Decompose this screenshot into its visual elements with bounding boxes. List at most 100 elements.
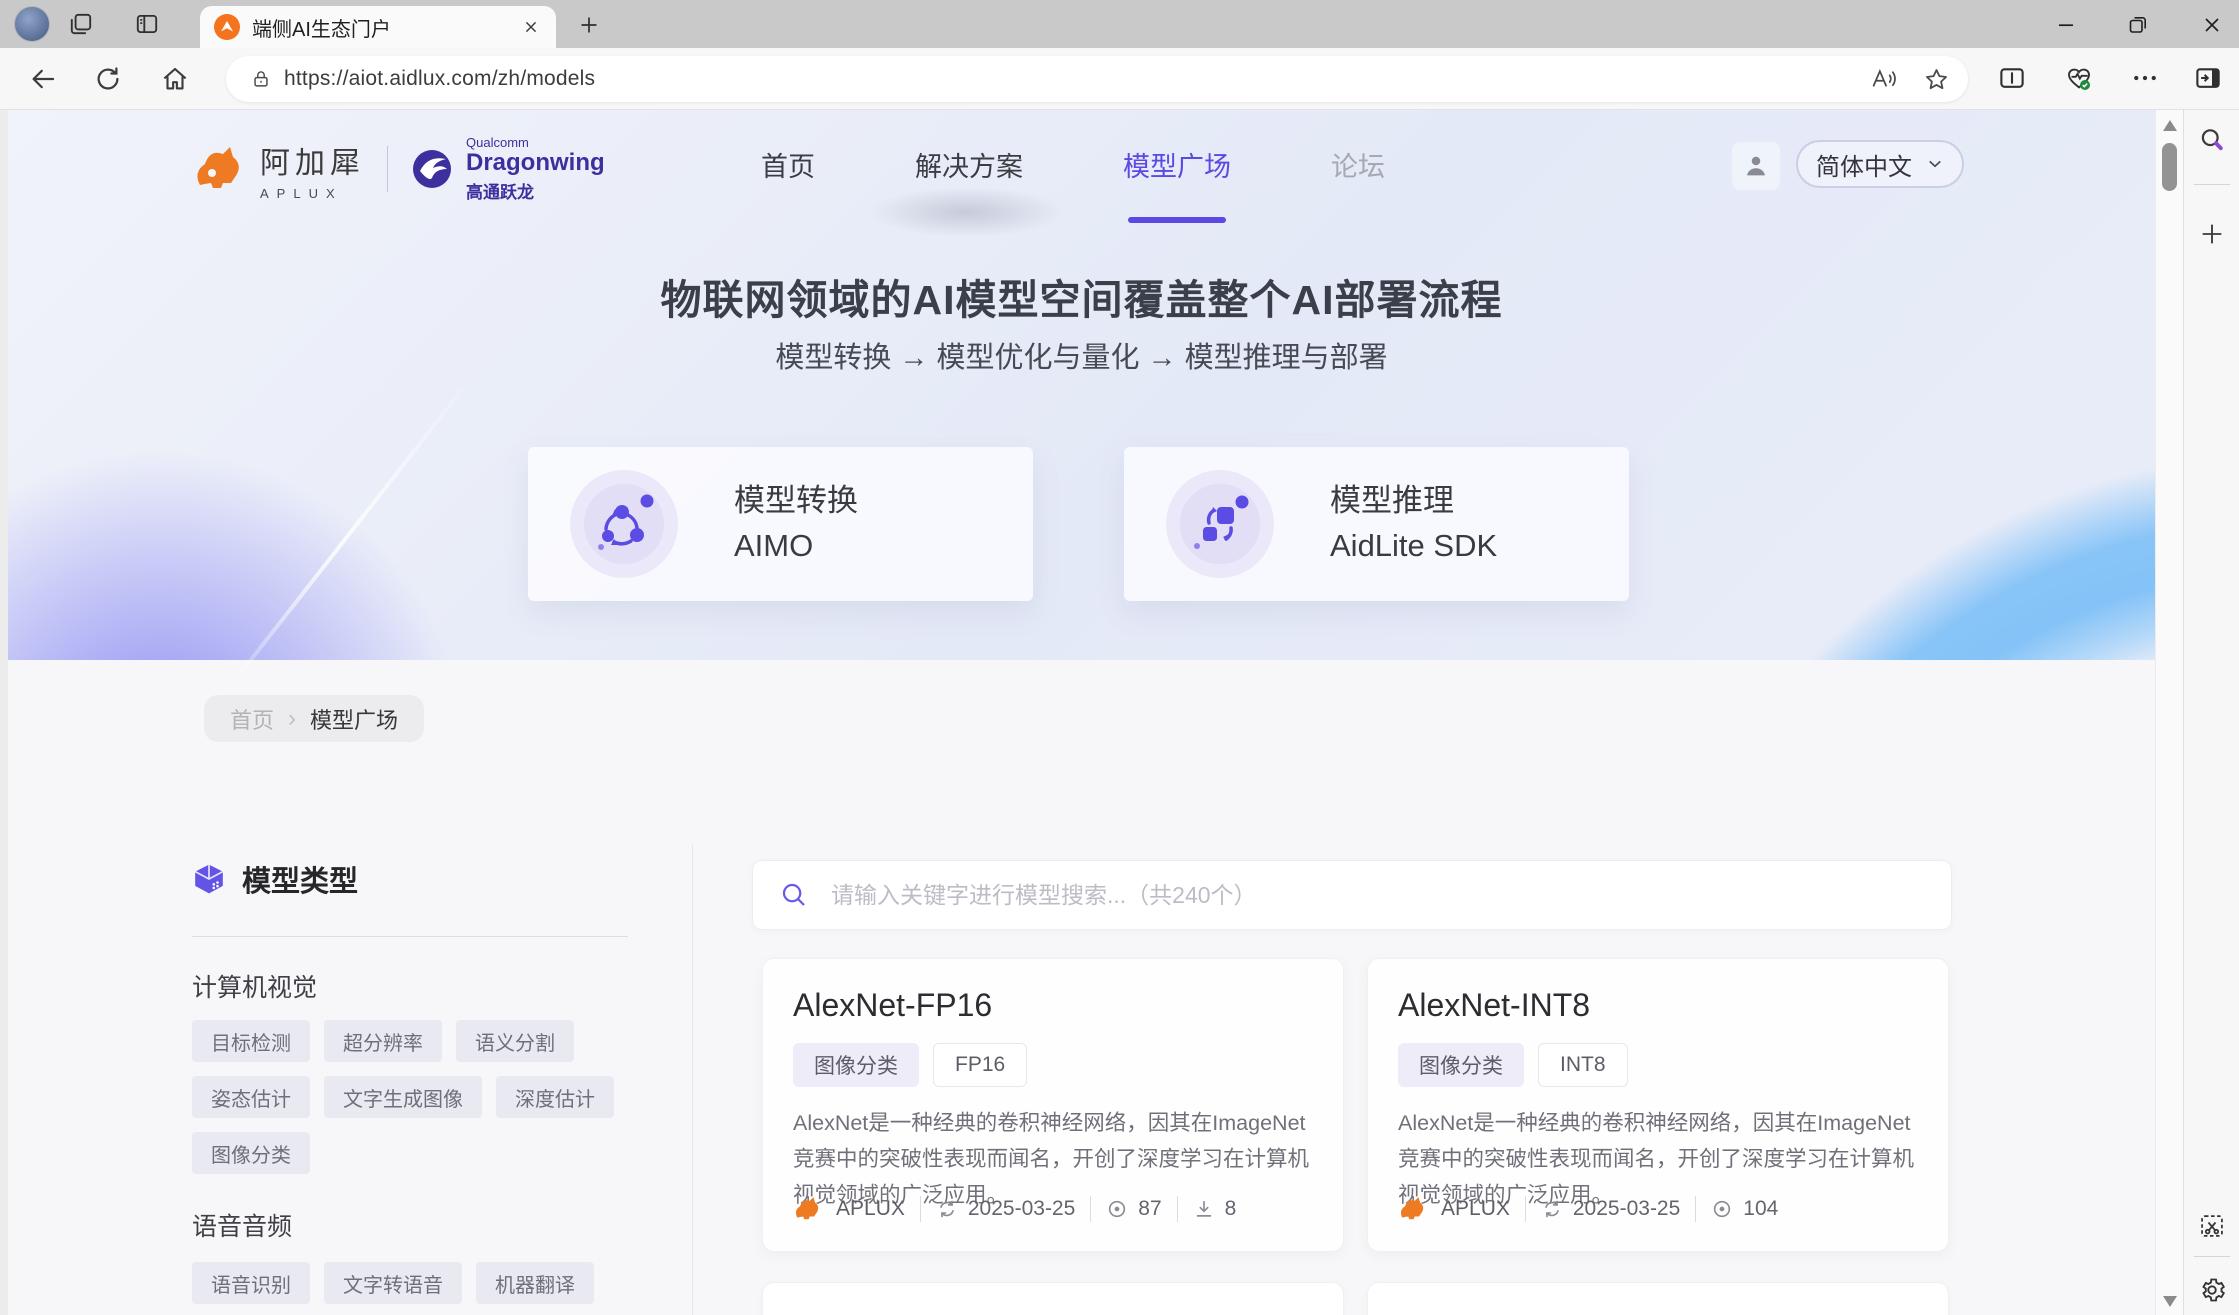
site-nav: 首页 解决方案 模型广场 论坛	[761, 145, 1385, 184]
model-footer: APLUX 2025-03-25 87 8	[793, 1195, 1236, 1223]
nav-item-model-plaza[interactable]: 模型广场	[1123, 145, 1231, 184]
site-logo[interactable]: 阿加犀 APLUX Qualcomm Dragonwing 高通跃龙	[192, 136, 605, 202]
window-restore-button[interactable]	[2126, 13, 2150, 37]
model-search-bar[interactable]	[752, 860, 1952, 930]
tag-pose-estimation[interactable]: 姿态估计	[192, 1076, 310, 1118]
sidebar-cv-tags: 目标检测 超分辨率 语义分割 姿态估计 文字生成图像 深度估计 图像分类	[192, 1020, 644, 1174]
model-tag-precision[interactable]: INT8	[1538, 1043, 1628, 1087]
window-close-button[interactable]	[2200, 13, 2224, 37]
feature-card-model-inference[interactable]: 模型推理 AidLite SDK	[1124, 447, 1629, 601]
model-views: 104	[1711, 1197, 1778, 1221]
publisher-name: APLUX	[1441, 1197, 1510, 1221]
settings-gear-icon[interactable]	[2198, 1276, 2226, 1304]
tag-machine-translation[interactable]: 机器翻译	[476, 1262, 594, 1304]
tag-text-to-speech[interactable]: 文字转语音	[324, 1262, 462, 1304]
dragonwing-logo-text: Qualcomm Dragonwing 高通跃龙	[466, 135, 605, 202]
refresh-button[interactable]	[93, 64, 123, 94]
footer-separator	[1177, 1196, 1178, 1222]
aimo-icon	[570, 470, 678, 578]
search-icon	[779, 880, 809, 910]
person-icon	[1741, 151, 1771, 181]
scroll-up-arrow[interactable]	[2163, 120, 2177, 131]
tag-depth-estimation[interactable]: 深度估计	[496, 1076, 614, 1118]
footer-separator	[920, 1196, 921, 1222]
more-options-icon[interactable]	[2130, 63, 2160, 93]
browser-viewport: 阿加犀 APLUX Qualcomm Dragonwing 高通跃龙 首页 解决…	[0, 110, 2239, 1315]
breadcrumb-home[interactable]: 首页	[230, 703, 274, 735]
window-minimize-button[interactable]	[2054, 13, 2078, 37]
breadcrumb: 首页 › 模型广场	[204, 695, 424, 742]
footer-separator	[1525, 1196, 1526, 1222]
breadcrumb-current: 模型广场	[310, 703, 398, 735]
content-divider	[692, 845, 693, 1315]
feature-card-model-convert[interactable]: 模型转换 AIMO	[528, 447, 1033, 601]
browser-essentials-icon[interactable]	[2064, 63, 2094, 93]
tag-semantic-segmentation[interactable]: 语义分割	[456, 1020, 574, 1062]
lock-icon[interactable]	[250, 68, 272, 90]
model-card-alexnet-fp16[interactable]: AlexNet-FP16 图像分类 FP16 AlexNet是一种经典的卷积神经…	[762, 958, 1344, 1252]
publisher-logo-icon	[793, 1195, 821, 1223]
home-button[interactable]	[160, 64, 190, 94]
back-button[interactable]	[28, 64, 58, 94]
model-card-partial[interactable]	[762, 1282, 1344, 1315]
hero-subtitle: 模型转换 → 模型优化与量化 → 模型推理与部署	[8, 334, 2155, 376]
webpage: 阿加犀 APLUX Qualcomm Dragonwing 高通跃龙 首页 解决…	[8, 110, 2155, 1315]
model-tag-category[interactable]: 图像分类	[1398, 1043, 1524, 1087]
model-card-partial[interactable]	[1367, 1282, 1949, 1315]
footer-separator	[1090, 1196, 1091, 1222]
scrollbar-thumb[interactable]	[2162, 143, 2177, 191]
browser-profile-avatar[interactable]	[14, 6, 50, 42]
model-updated: 2025-03-25	[936, 1197, 1075, 1221]
footer-separator	[1695, 1196, 1696, 1222]
model-title: AlexNet-FP16	[793, 987, 1313, 1024]
tag-text-to-image[interactable]: 文字生成图像	[324, 1076, 482, 1118]
model-downloads-group: 8	[1177, 1196, 1237, 1222]
rail-add-icon[interactable]	[2198, 220, 2226, 248]
tag-object-detection[interactable]: 目标检测	[192, 1020, 310, 1062]
search-input[interactable]	[831, 882, 1925, 909]
nav-item-solutions[interactable]: 解决方案	[915, 145, 1023, 184]
publisher-name: APLUX	[836, 1197, 905, 1221]
nav-item-home[interactable]: 首页	[761, 145, 815, 184]
model-card-alexnet-int8[interactable]: AlexNet-INT8 图像分类 INT8 AlexNet是一种经典的卷积神经…	[1367, 958, 1949, 1252]
feature-card-product: AIMO	[734, 524, 858, 569]
favorites-star-icon[interactable]	[1923, 66, 1950, 93]
model-tag-category[interactable]: 图像分类	[793, 1043, 919, 1087]
update-icon	[1541, 1198, 1563, 1220]
aidlite-icon	[1166, 470, 1274, 578]
browser-tab[interactable]: 端侧AI生态门户	[200, 6, 556, 48]
publisher-logo-icon	[1398, 1195, 1426, 1223]
views-eye-icon	[1106, 1198, 1128, 1220]
tab-close-icon[interactable]	[520, 16, 542, 38]
page-scrollbar[interactable]	[2155, 110, 2183, 1315]
bing-search-icon[interactable]	[2198, 126, 2226, 154]
browser-titlebar: 端侧AI生态门户	[0, 0, 2239, 48]
model-tag-precision[interactable]: FP16	[933, 1043, 1027, 1087]
user-account-button[interactable]	[1732, 142, 1780, 190]
vertical-tabs-icon[interactable]	[134, 11, 160, 37]
tag-image-classification[interactable]: 图像分类	[192, 1132, 310, 1174]
tag-super-resolution[interactable]: 超分辨率	[324, 1020, 442, 1062]
model-title: AlexNet-INT8	[1398, 987, 1918, 1024]
screenshot-snip-icon[interactable]	[2198, 1212, 2226, 1240]
new-tab-button[interactable]	[577, 13, 601, 37]
logo-divider	[387, 146, 388, 192]
address-bar[interactable]: https://aiot.aidlux.com/zh/models	[226, 56, 1968, 102]
feature-card-product: AidLite SDK	[1330, 524, 1497, 569]
tab-actions-icon[interactable]	[68, 11, 94, 37]
sidebar-toggle-icon[interactable]	[2193, 63, 2223, 93]
cube-icon	[192, 862, 226, 896]
split-screen-icon[interactable]	[1997, 63, 2027, 93]
model-downloads: 8	[1193, 1197, 1237, 1221]
dragonwing-logo-icon	[410, 147, 454, 191]
aplux-logo-text: 阿加犀 APLUX	[260, 138, 365, 201]
url-text[interactable]: https://aiot.aidlux.com/zh/models	[284, 67, 1844, 91]
scroll-down-arrow[interactable]	[2163, 1296, 2177, 1307]
read-aloud-icon[interactable]	[1870, 66, 1897, 93]
hero-decoration-streak	[209, 371, 477, 712]
sidebar-section-cv: 计算机视觉	[192, 968, 317, 1004]
tag-speech-recognition[interactable]: 语音识别	[192, 1262, 310, 1304]
language-selector[interactable]: 简体中文	[1796, 140, 1964, 188]
download-icon	[1193, 1198, 1215, 1220]
nav-item-forum[interactable]: 论坛	[1331, 145, 1385, 184]
